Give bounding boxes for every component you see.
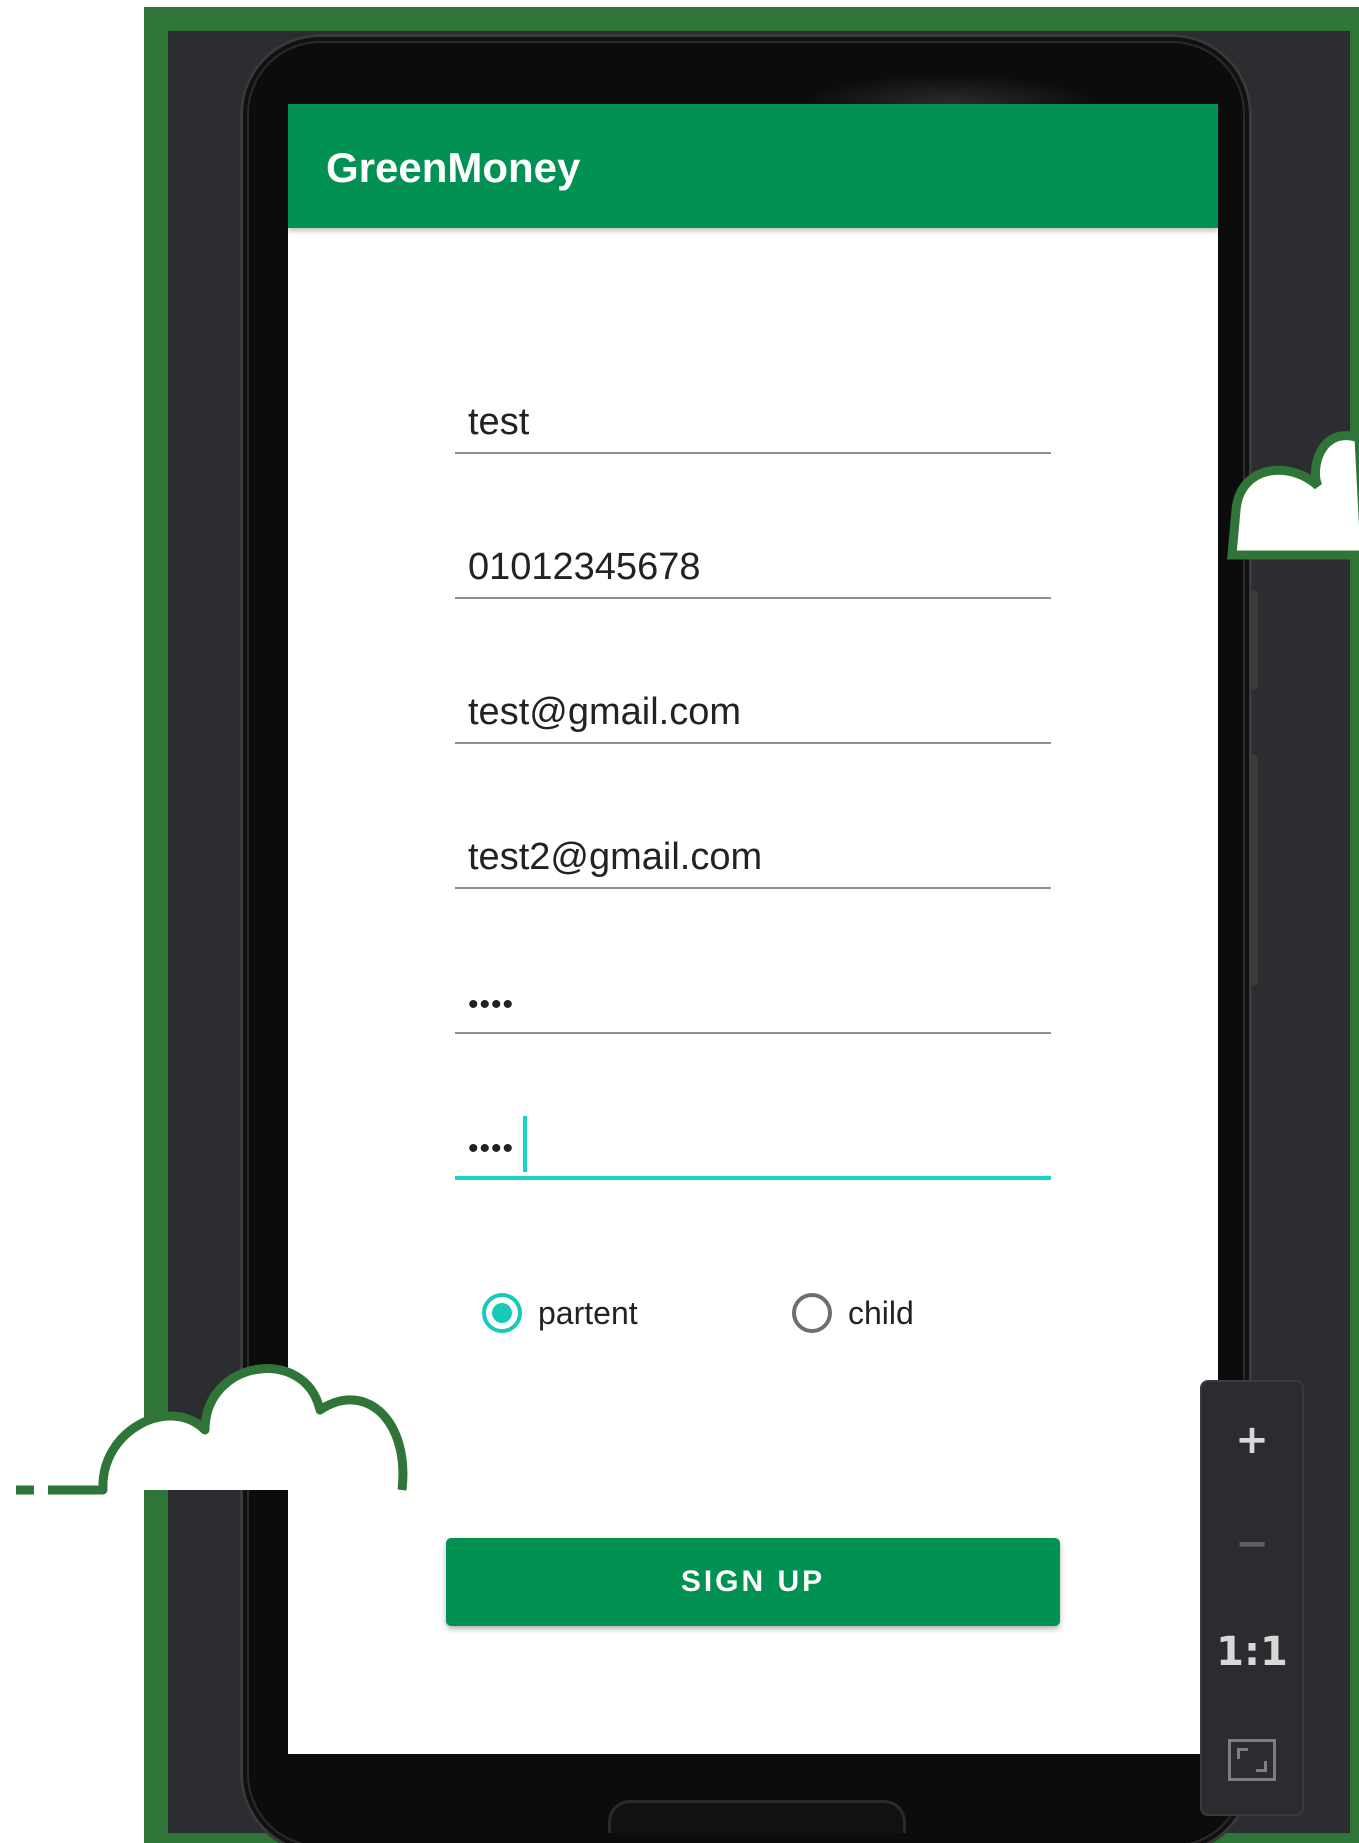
actual-size-label: 1:1 [1216,1629,1288,1675]
minus-icon: − [1235,1521,1269,1567]
zoom-out-button[interactable]: − [1202,1494,1302,1594]
zoom-toolbar: + − 1:1 [1200,1380,1304,1816]
zoom-in-button[interactable]: + [1202,1390,1302,1490]
plus-icon: + [1235,1417,1269,1463]
fit-screen-button[interactable] [1202,1710,1302,1810]
cloud-icon-right [1227,431,1359,560]
cloud-decorations [16,431,1359,1495]
fit-screen-icon [1228,1739,1276,1781]
stage: GreenMoney test 01012345678 test@gmail.c… [0,0,1359,1843]
actual-size-button[interactable]: 1:1 [1202,1602,1302,1702]
cloud-icon-left [60,1364,408,1495]
